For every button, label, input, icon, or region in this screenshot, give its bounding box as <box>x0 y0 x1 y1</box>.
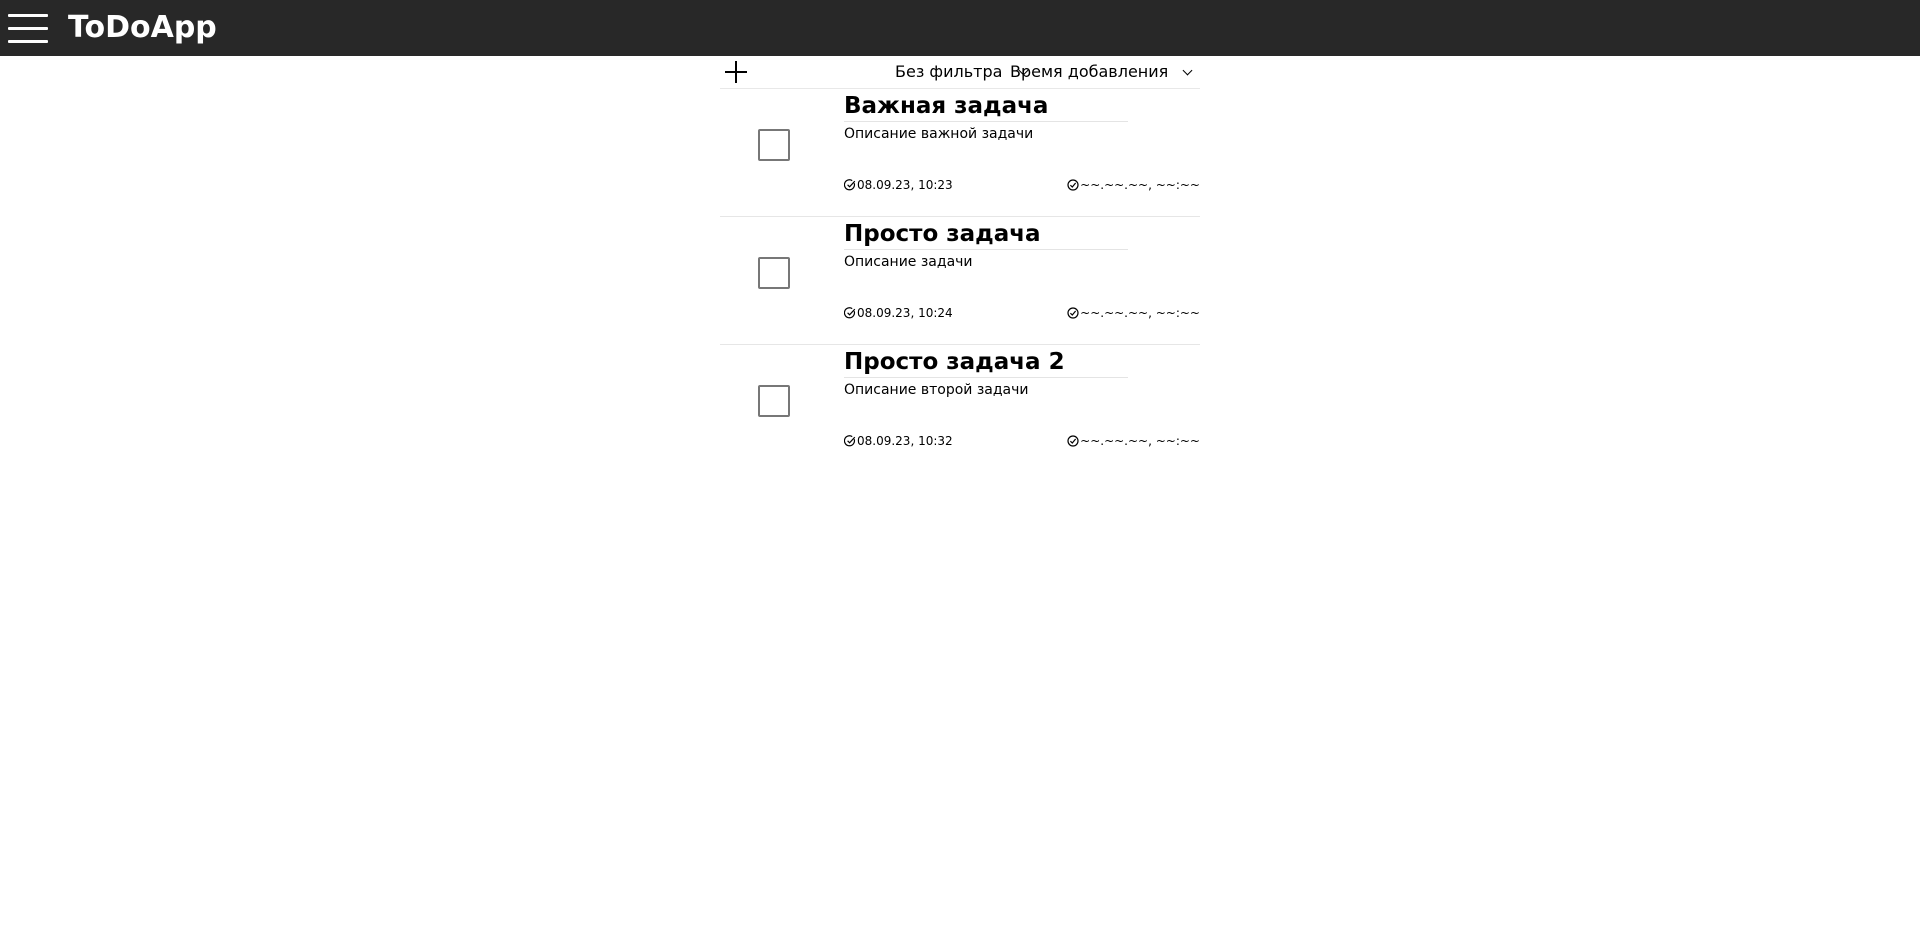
task-created-time: 08.09.23, 10:24 <box>844 305 953 321</box>
task-checkbox[interactable] <box>758 257 790 289</box>
task-toolbar: Без фильтра Время добавления <box>720 56 1200 89</box>
add-task-button[interactable] <box>724 60 748 84</box>
task-title[interactable]: Просто задача 2 <box>844 347 1128 378</box>
task-created-time: 08.09.23, 10:23 <box>844 177 953 193</box>
task-description[interactable]: Описание задачи <box>844 252 973 272</box>
task-completed-time: ~~.~~.~~, ~~:~~ <box>1067 433 1200 449</box>
task-checkbox[interactable] <box>758 129 790 161</box>
task-item: Важная задача Описание важной задачи 08.… <box>720 89 1200 217</box>
filter-select-value: Без фильтра <box>895 62 1003 81</box>
task-list-container: Без фильтра Время добавления Важная зада… <box>720 56 1200 472</box>
task-created-value: 08.09.23, 10:23 <box>857 178 953 192</box>
circle-check-icon <box>1067 435 1079 447</box>
sort-select-value: Время добавления <box>1010 62 1169 81</box>
sort-select[interactable]: Время добавления <box>1010 61 1193 83</box>
task-created-value: 08.09.23, 10:24 <box>857 306 953 320</box>
circle-check-icon <box>844 179 856 191</box>
hamburger-menu-icon[interactable] <box>8 13 48 43</box>
task-completed-time: ~~.~~.~~, ~~:~~ <box>1067 305 1200 321</box>
circle-check-icon <box>844 435 856 447</box>
task-completed-value: ~~.~~.~~, ~~:~~ <box>1080 306 1200 320</box>
circle-check-icon <box>1067 307 1079 319</box>
chevron-down-icon <box>1182 65 1193 75</box>
task-title[interactable]: Важная задача <box>844 91 1128 122</box>
task-created-time: 08.09.23, 10:32 <box>844 433 953 449</box>
task-completed-value: ~~.~~.~~, ~~:~~ <box>1080 434 1200 448</box>
task-completed-time: ~~.~~.~~, ~~:~~ <box>1067 177 1200 193</box>
app-title: ToDoApp <box>68 10 217 45</box>
task-completed-value: ~~.~~.~~, ~~:~~ <box>1080 178 1200 192</box>
task-title[interactable]: Просто задача <box>844 219 1128 250</box>
task-description[interactable]: Описание второй задачи <box>844 380 1029 400</box>
task-checkbox[interactable] <box>758 385 790 417</box>
task-item: Просто задача Описание задачи 08.09.23, … <box>720 217 1200 345</box>
top-app-bar: ToDoApp <box>0 0 1920 56</box>
task-item: Просто задача 2 Описание второй задачи 0… <box>720 345 1200 472</box>
circle-check-icon <box>1067 179 1079 191</box>
task-description[interactable]: Описание важной задачи <box>844 124 1033 144</box>
filter-select[interactable]: Без фильтра <box>895 61 1029 83</box>
circle-check-icon <box>844 307 856 319</box>
task-created-value: 08.09.23, 10:32 <box>857 434 953 448</box>
